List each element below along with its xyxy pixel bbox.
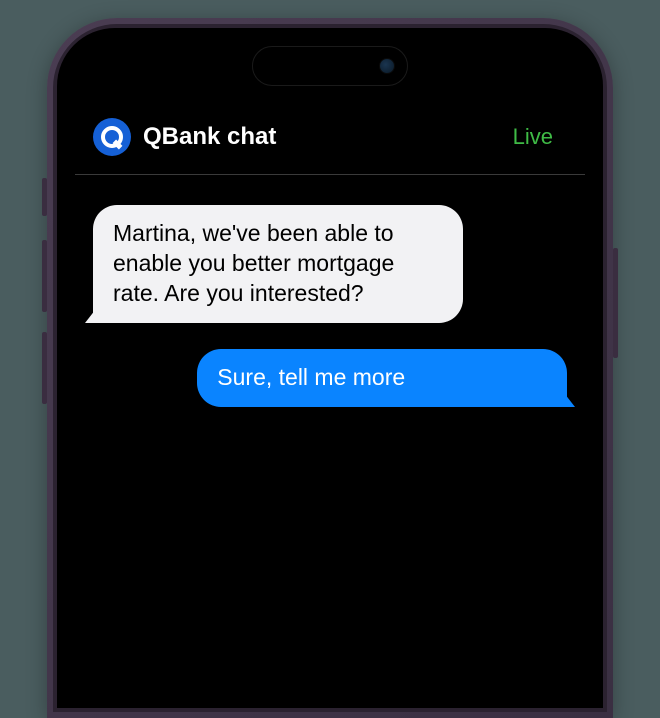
front-camera-icon — [379, 58, 395, 74]
phone-frame-inner: QBank chat Live Martina, we've been able… — [53, 24, 607, 712]
volume-down-button — [42, 332, 47, 404]
chat-bubble-outgoing[interactable]: Sure, tell me more — [197, 349, 567, 407]
silent-switch — [42, 178, 47, 216]
chat-header: QBank chat Live — [57, 118, 603, 156]
chat-bubble-incoming[interactable]: Martina, we've been able to enable you b… — [93, 205, 463, 323]
app-title: QBank chat — [143, 123, 276, 151]
power-button — [613, 248, 618, 358]
logo-q-glyph — [101, 126, 123, 148]
qbank-logo-icon — [93, 118, 131, 156]
status-badge: Live — [513, 124, 553, 150]
phone-screen: QBank chat Live Martina, we've been able… — [57, 28, 603, 708]
dynamic-island — [252, 46, 408, 86]
phone-device-frame: QBank chat Live Martina, we've been able… — [47, 18, 613, 718]
chat-area[interactable]: Martina, we've been able to enable you b… — [57, 175, 603, 407]
volume-up-button — [42, 240, 47, 312]
header-left: QBank chat — [93, 118, 276, 156]
